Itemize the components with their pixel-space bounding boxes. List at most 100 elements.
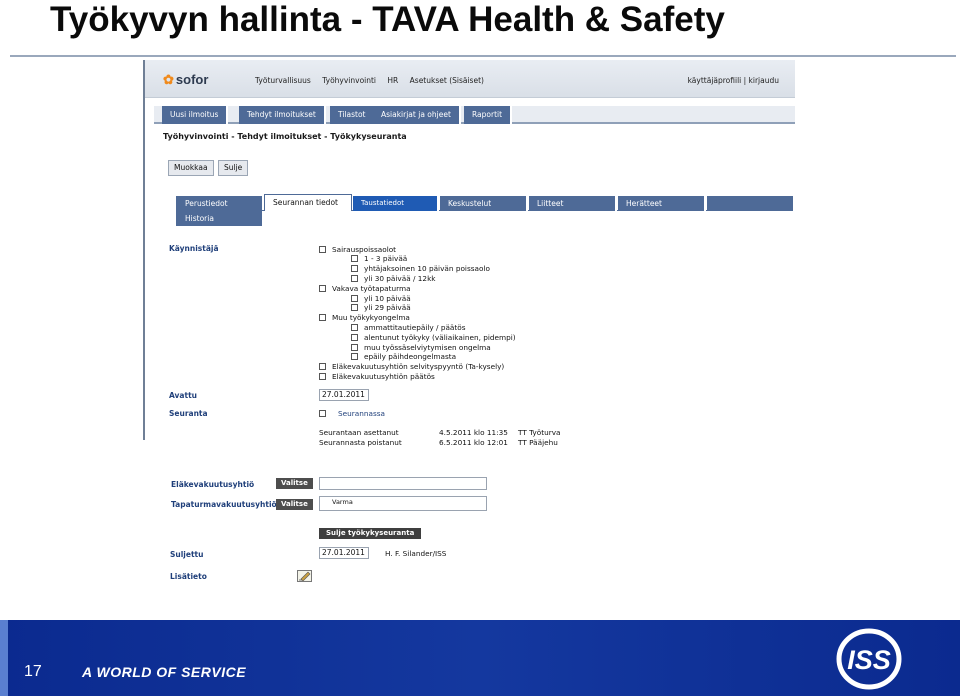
screenshot-border [143,60,145,440]
trigger-option-label: yli 10 päivää [364,293,411,303]
tracking-checkbox-label: Seurannassa [338,408,386,418]
close-button[interactable]: Sulje [218,160,249,176]
trigger-option[interactable]: alentunut työkyky (väliaikainen, pidempi… [351,332,516,342]
menu-statistics[interactable]: Tilastot [330,106,376,124]
trigger-option-label: 1 - 3 päivää [364,254,408,264]
removed-time: 6.5.2011 klo 12:01 [439,438,508,447]
trigger-option-label: Eläkevakuutusyhtiön päätös [332,371,435,381]
trigger-option[interactable]: yli 30 päivää / 12kk [351,273,436,283]
menu-done-reports[interactable]: Tehdyt ilmoitukset [239,106,326,124]
trigger-option-label: Sairauspoissaolot [332,244,397,254]
iss-logo-text: ISS [847,645,891,675]
close-tracking-button[interactable]: Sulje työkykyseuranta [319,528,422,539]
trigger-checkbox[interactable] [351,294,358,302]
trigger-option[interactable]: 1 - 3 päivää [351,254,407,264]
info-label: Lisätieto [170,572,207,581]
pension-insurer-field[interactable] [319,477,487,490]
tracking-checkbox[interactable] [319,409,326,417]
app-screenshot: ✿ sofor Työturvallisuus Työhyvinvointi HR… [143,60,795,617]
trigger-checkbox[interactable] [351,265,358,273]
trigger-option[interactable]: Sairauspoissaolot [319,244,396,254]
set-by-label: Seurantaan asettanut [319,428,399,437]
trigger-checkbox[interactable] [351,353,358,361]
trigger-option[interactable]: yhtäjaksoinen 10 päivän poissaolo [351,264,490,274]
trigger-option-label: Eläkevakuutusyhtiön selvityspyyntö (Ta-k… [332,362,505,372]
trigger-option-label: yli 29 päivää [364,303,411,313]
tab-alerts[interactable]: Herätteet [618,196,706,211]
trigger-checkbox[interactable] [319,363,326,371]
accident-insurer-label: Tapaturmavakuutusyhtiö [171,500,277,509]
tagline: A WORLD OF SERVICE [82,664,247,680]
trigger-option-label: epäily päihdeongelmasta [364,352,457,362]
slide-number: 17 [24,663,42,680]
tracking-label: Seuranta [169,409,208,418]
menu-new-report[interactable]: Uusi ilmoitus [162,106,229,124]
top-nav-item[interactable]: Asetukset (Sisäiset) [410,76,484,85]
trigger-checkbox[interactable] [351,323,358,331]
tab-basic-info[interactable]: Perustiedot [176,196,262,211]
trigger-checkbox[interactable] [351,274,358,282]
trigger-option-label: muu työssäselviytymisen ongelma [364,342,491,352]
user-links[interactable]: käyttäjäprofiili | kirjaudu [688,76,779,85]
main-menu: Uusi ilmoitus Tehdyt ilmoitukset Tilasto… [154,106,795,124]
pension-select-button[interactable]: Valitse [276,478,313,489]
accident-select-button[interactable]: Valitse [276,499,313,510]
trigger-option-label: yli 30 päivää / 12kk [364,273,436,283]
trigger-checkbox[interactable] [319,284,326,292]
trigger-option-label: ammattitautiepäily / päätös [364,322,466,332]
top-nav-item[interactable]: HR [387,76,398,85]
top-nav-item[interactable]: Työturvallisuus [255,76,311,85]
page-heading: Työhyvinvointi - Tehdyt ilmoitukset - Ty… [163,132,407,141]
closed-date-field[interactable]: 27.01.2011 [319,547,369,559]
accident-insurer-field[interactable]: Varma [319,496,487,511]
title-divider [10,55,956,57]
edit-button[interactable]: Muokkaa [168,160,214,176]
app-header: ✿ sofor Työturvallisuus Työhyvinvointi HR… [143,60,795,98]
opened-label: Avattu [169,391,197,400]
top-nav-item[interactable]: Työhyvinvointi [322,76,376,85]
trigger-option-label: Muu työkykyongelma [332,313,410,323]
top-nav: Työturvallisuus Työhyvinvointi HR Asetuk… [255,76,493,85]
trigger-option[interactable]: Vakava työtapaturma [319,283,411,293]
app-logo[interactable]: ✿ sofor [163,72,208,88]
menu-reports[interactable]: Raportit [464,106,513,124]
trigger-option-label: yhtäjaksoinen 10 päivän poissaolo [364,264,490,274]
tab-tracking-info[interactable]: Seurannan tiedot [264,194,352,211]
trigger-option[interactable]: yli 29 päivää [351,303,411,313]
trigger-checkbox[interactable] [319,245,326,253]
pension-insurer-label: Eläkevakuutusyhtiö [171,480,255,489]
tracking-checkbox-row[interactable]: Seurannassa [319,408,385,418]
trigger-option[interactable]: muu työssäselviytymisen ongelma [351,342,491,352]
trigger-checkbox[interactable] [351,255,358,263]
edit-note-icon[interactable] [297,570,312,582]
trigger-option-label: Vakava työtapaturma [332,283,411,293]
trigger-option[interactable]: Eläkevakuutusyhtiön selvityspyyntö (Ta-k… [319,362,504,372]
removed-by-label: Seurannasta poistanut [319,438,402,447]
tab-background[interactable]: Taustatiedot [353,196,439,211]
trigger-checkbox[interactable] [351,343,358,351]
closed-label: Suljettu [170,550,204,559]
set-time: 4.5.2011 klo 11:35 [439,428,508,437]
set-by-user: TT Työturva [518,428,561,437]
trigger-checkbox[interactable] [319,372,326,380]
tab-attachments[interactable]: Liitteet [529,196,617,211]
footer-accent [0,620,8,696]
trigger-option[interactable]: yli 10 päivää [351,293,411,303]
trigger-option[interactable]: Muu työkykyongelma [319,313,410,323]
trigger-option[interactable]: epäily päihdeongelmasta [351,352,456,362]
menu-documents[interactable]: Asiakirjat ja ohjeet [373,106,461,124]
tab-history[interactable]: Historia [176,211,262,226]
sofor-logo-icon: ✿ [163,72,174,87]
trigger-checkbox[interactable] [319,314,326,322]
removed-by-user: TT Pääjehu [518,438,558,447]
trigger-checkbox[interactable] [351,304,358,312]
left-tabs: Perustiedot Historia [176,196,262,226]
iss-logo: ISS [836,628,902,690]
slide-title: Työkyvyn hallinta - TAVA Health & Safety [50,0,725,39]
tab-discussions[interactable]: Keskustelut [440,196,528,211]
trigger-option[interactable]: Eläkevakuutusyhtiön päätös [319,371,435,381]
trigger-label: Käynnistäjä [169,244,219,253]
trigger-checkbox[interactable] [351,333,358,341]
trigger-option[interactable]: ammattitautiepäily / päätös [351,322,466,332]
opened-date-field[interactable]: 27.01.2011 [319,389,369,401]
